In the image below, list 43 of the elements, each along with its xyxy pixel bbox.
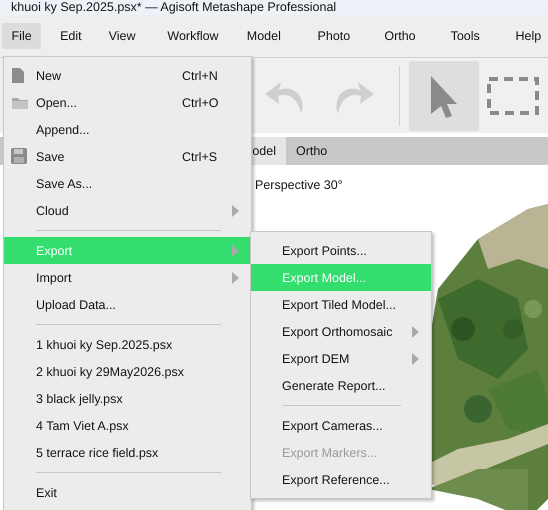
submenu-arrow-icon — [232, 245, 239, 257]
menu-item[interactable]: 2 khuoi ky 29May2026.psx — [4, 358, 251, 385]
menu-bar-item[interactable]: Edit — [51, 23, 90, 49]
pointer-tool-button[interactable] — [409, 60, 479, 130]
menu-item[interactable]: Upload Data... — [4, 291, 251, 318]
menu-item[interactable]: Generate Report... — [251, 372, 431, 399]
submenu-arrow-icon — [412, 326, 419, 338]
menu-item[interactable]: Export Reference... — [251, 466, 431, 493]
menu-bar-item[interactable]: Photo — [309, 23, 358, 49]
menu-item[interactable]: New Ctrl+N — [4, 62, 251, 89]
view-mode-label: Perspective 30° — [255, 178, 343, 192]
menu-item[interactable]: Cloud — [4, 197, 251, 224]
submenu-arrow-icon — [232, 205, 239, 217]
menu-item[interactable]: Import — [4, 264, 251, 291]
menu-item[interactable]: Export Points... — [251, 237, 431, 264]
shortcut-text: Ctrl+N — [182, 68, 218, 82]
menu-item[interactable]: Save As... — [4, 170, 251, 197]
menu-item[interactable]: 4 Tam Viet A.psx — [4, 412, 251, 439]
submenu-arrow-icon — [232, 272, 239, 284]
menu-item[interactable]: 1 khuoi ky Sep.2025.psx — [4, 331, 251, 358]
menu-item[interactable]: Exit — [4, 479, 251, 506]
window-title: khuoi ky Sep.2025.psx* — Agisoft Metashape Professional — [11, 0, 336, 15]
menu-bar-item[interactable]: Model — [238, 23, 290, 49]
menu-item[interactable]: 3 black jelly.psx — [4, 385, 251, 412]
menu-bar-item[interactable]: File — [2, 23, 42, 49]
folder-icon — [11, 96, 29, 110]
tab[interactable]: Ortho — [286, 137, 338, 165]
menu-item[interactable]: 5 terrace rice field.psx — [4, 439, 251, 466]
submenu-arrow-icon — [412, 353, 419, 365]
menu-item[interactable]: Export DEM — [251, 345, 431, 372]
pointer-icon — [429, 74, 460, 118]
shortcut-text: Ctrl+O — [182, 96, 218, 110]
menu-bar-item[interactable]: View — [100, 23, 144, 49]
menu-bar-item[interactable]: Workflow — [158, 23, 228, 49]
menu-item[interactable]: Export Tiled Model... — [251, 291, 431, 318]
menu-bar-item[interactable]: Ortho — [378, 23, 422, 49]
menu-item[interactable]: Open... Ctrl+O — [4, 89, 251, 116]
menu-bar-item[interactable]: Help — [508, 23, 548, 49]
shortcut-text: Ctrl+S — [182, 150, 218, 164]
menu-item[interactable]: Export Orthomosaic — [251, 318, 431, 345]
menu-item[interactable]: Export Cameras... — [251, 412, 431, 439]
document-icon — [11, 67, 25, 84]
menu-bar-item[interactable]: Tools — [444, 23, 487, 49]
